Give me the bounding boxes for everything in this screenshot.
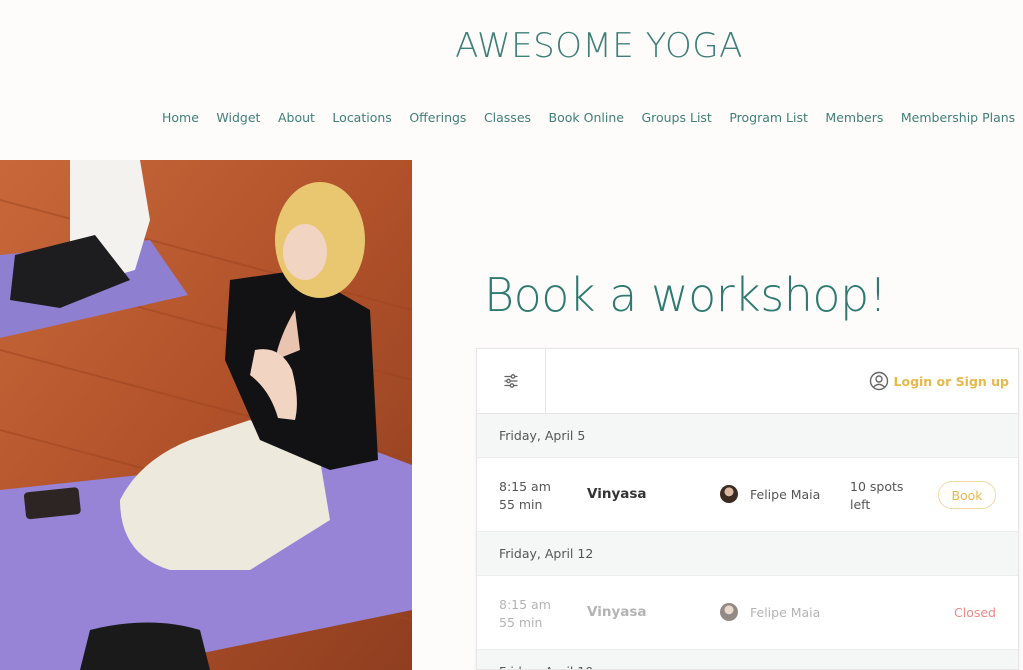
slot-time: 8:15 am 55 min xyxy=(499,478,551,514)
widget-toolbar: Login or Sign up xyxy=(477,349,1018,414)
booking-widget: Login or Sign up Friday, April 5 8:15 am… xyxy=(476,348,1019,670)
class-slot: 8:15 am 55 min Vinyasa Felipe Maia 10 sp… xyxy=(477,458,1018,532)
slot-staff[interactable]: Felipe Maia xyxy=(720,603,820,621)
nav-item-locations[interactable]: Locations xyxy=(332,110,391,125)
nav-item-program-list[interactable]: Program List xyxy=(729,110,808,125)
slot-spots-left: 10 spots left xyxy=(850,478,914,514)
nav-item-about[interactable]: About xyxy=(278,110,315,125)
day-header: Friday, April 19 xyxy=(477,650,1018,669)
staff-name: Felipe Maia xyxy=(750,486,821,502)
nav-item-offerings[interactable]: Offerings xyxy=(409,110,466,125)
slot-duration: 55 min xyxy=(499,615,543,630)
day-header: Friday, April 5 xyxy=(477,414,1018,458)
nav-item-membership-plans[interactable]: Membership Plans xyxy=(901,110,1015,125)
slot-staff[interactable]: Felipe Maia xyxy=(720,485,820,503)
nav-item-home[interactable]: Home xyxy=(162,110,199,125)
book-button[interactable]: Book xyxy=(938,481,996,509)
slot-class-name[interactable]: Vinyasa xyxy=(587,486,647,502)
site-title[interactable]: AWESOME YOGA xyxy=(0,26,1023,66)
slot-start-time: 8:15 am xyxy=(499,479,551,494)
sliders-icon xyxy=(504,374,518,388)
nav-item-classes[interactable]: Classes xyxy=(484,110,531,125)
spots-line-1: 10 spots xyxy=(850,479,904,494)
nav-item-groups-list[interactable]: Groups List xyxy=(641,110,711,125)
nav-item-members[interactable]: Members xyxy=(825,110,883,125)
page-heading: Book a workshop! xyxy=(484,268,887,322)
user-circle-icon xyxy=(869,371,888,391)
slot-start-time: 8:15 am xyxy=(499,597,551,612)
staff-name: Felipe Maia xyxy=(750,604,821,620)
spots-line-2: left xyxy=(850,497,871,512)
staff-avatar xyxy=(720,485,738,503)
filter-button[interactable] xyxy=(477,349,546,413)
slot-duration: 55 min xyxy=(499,497,543,512)
nav-item-widget[interactable]: Widget xyxy=(216,110,260,125)
login-button[interactable]: Login or Sign up xyxy=(869,371,1009,391)
hero-image xyxy=(0,160,412,670)
day-header: Friday, April 12 xyxy=(477,532,1018,576)
class-slot: 8:15 am 55 min Vinyasa Felipe Maia Close… xyxy=(477,576,1018,650)
nav-item-book-online[interactable]: Book Online xyxy=(549,110,624,125)
login-label: Login or Sign up xyxy=(893,373,1009,389)
closed-status: Closed xyxy=(954,605,996,620)
slot-class-name[interactable]: Vinyasa xyxy=(587,604,647,620)
staff-avatar xyxy=(720,603,738,621)
main-nav: Home Widget About Locations Offerings Cl… xyxy=(162,110,1023,125)
slot-time: 8:15 am 55 min xyxy=(499,596,551,632)
